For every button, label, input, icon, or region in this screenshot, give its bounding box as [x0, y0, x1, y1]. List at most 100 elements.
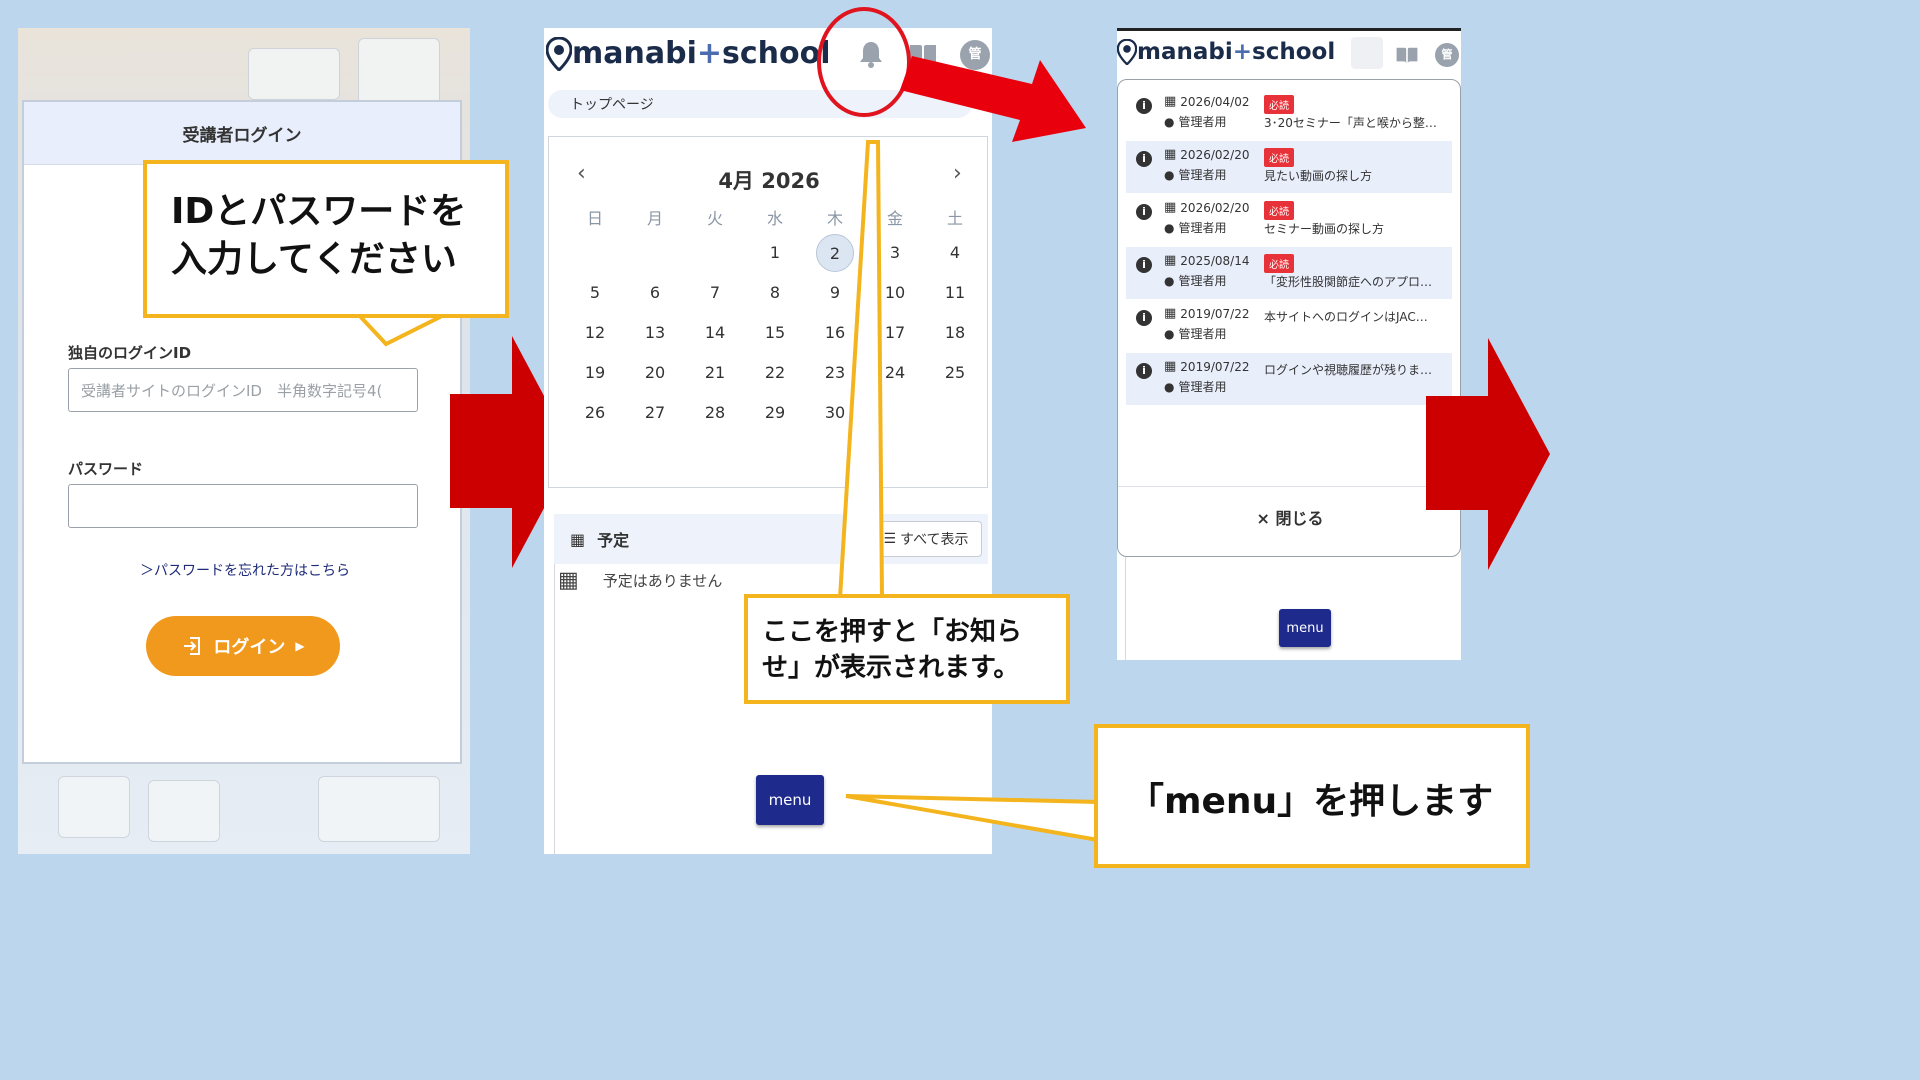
calendar-day[interactable]: 25: [936, 354, 974, 392]
calendar-day[interactable]: 7: [696, 274, 734, 312]
weekday-label: 水: [766, 209, 783, 228]
schedule-divider: [554, 564, 555, 854]
notice-item[interactable]: i ▦ 2026/02/20 ● 管理者用 必読 見たい動画の探し方: [1126, 141, 1452, 193]
calendar-day[interactable]: 18: [936, 314, 974, 352]
required-badge: 必読: [1264, 254, 1294, 273]
notice-date-text: 2019/07/22: [1180, 306, 1250, 321]
callout-line: 入力してください: [171, 239, 457, 280]
calendar-day[interactable]: 28: [696, 394, 734, 432]
notice-item[interactable]: i ▦ 2026/02/20 ● 管理者用 必読 セミナー動画の探し方: [1126, 194, 1452, 246]
site-logo[interactable]: manabi + school: [1117, 39, 1335, 65]
required-badge: 必読: [1264, 95, 1294, 114]
calendar-day[interactable]: 8: [756, 274, 794, 312]
divider: [1125, 557, 1126, 660]
login-id-input[interactable]: 受講者サイトのログインID 半角数字記号4(: [68, 368, 418, 412]
notice-item[interactable]: i ▦ 2025/08/14 ● 管理者用 必読 「変形性股関節症へのアプロ…: [1126, 247, 1452, 299]
notice-title: 3･20セミナー「声と喉から整…: [1264, 116, 1437, 130]
no-schedule-text: 予定はありません: [602, 572, 723, 590]
notice-author: ● 管理者用: [1164, 378, 1227, 395]
calendar-day[interactable]: 19: [576, 354, 614, 392]
callout-pointer: [845, 794, 1100, 843]
calendar-day[interactable]: 11: [936, 274, 974, 312]
logo-plus: +: [696, 36, 723, 71]
calendar-day[interactable]: 29: [756, 394, 794, 432]
calendar-icon: ▦: [1164, 94, 1177, 109]
required-badge: 必読: [1264, 148, 1294, 167]
login-icon: [184, 637, 201, 655]
notices-modal: i ▦ 2026/04/02 ● 管理者用 必読 3･20セミナー「声と喉から整… i ▦ 202…: [1117, 79, 1461, 557]
notice-author-text: 管理者用: [1178, 274, 1227, 288]
login-button[interactable]: ログイン ▶: [146, 616, 340, 676]
notice-author-text: 管理者用: [1178, 380, 1227, 394]
notice-date: ▦ 2026/04/02: [1164, 94, 1249, 109]
location-pin-icon: [546, 36, 572, 71]
close-button[interactable]: × 閉じる: [1118, 486, 1460, 546]
bell-icon[interactable]: [1351, 37, 1383, 69]
calendar-day[interactable]: 1: [756, 234, 794, 272]
callout-enter-credentials: IDとパスワードを 入力してください: [143, 160, 509, 318]
calendar-day[interactable]: 4: [936, 234, 974, 272]
user-icon: ●: [1164, 220, 1175, 235]
notice-author-text: 管理者用: [1178, 221, 1227, 235]
calendar-day[interactable]: 21: [696, 354, 734, 392]
menu-button[interactable]: menu: [756, 775, 824, 825]
notice-author: ● 管理者用: [1164, 219, 1227, 236]
location-pin-icon: [1117, 39, 1137, 65]
weekday-label: 火: [706, 209, 723, 228]
login-screen: 受講者ログイン 独自のログインID 受講者サイトのログインID 半角数字記号4(…: [18, 28, 470, 854]
notice-author-text: 管理者用: [1178, 168, 1227, 182]
red-arrow-right: [1426, 338, 1550, 570]
calendar-title: 4月 2026: [718, 169, 820, 193]
logo-school: school: [1252, 39, 1336, 65]
forgot-password-link[interactable]: ＞パスワードを忘れた方はこちら: [140, 560, 350, 580]
logo-text: manabi: [572, 36, 697, 71]
info-icon: i: [1136, 151, 1152, 167]
calendar-icon: ▦: [570, 529, 586, 549]
user-icon: ●: [1164, 326, 1175, 341]
notice-title: ログインや視聴履歴が残りま…: [1264, 363, 1433, 377]
notice-title: セミナー動画の探し方: [1264, 222, 1385, 236]
user-icon: ●: [1164, 379, 1175, 394]
caret-right-icon: ▶: [295, 639, 305, 653]
callout-line: IDとパスワードを: [171, 191, 467, 232]
info-icon: i: [1136, 257, 1152, 273]
show-all-label: すべて表示: [900, 532, 969, 548]
calendar-day[interactable]: 22: [756, 354, 794, 392]
info-icon: i: [1136, 204, 1152, 220]
callout-text: 「menu」を押します: [1128, 781, 1494, 822]
no-schedule-row: ▦ 予定はありません: [558, 568, 722, 593]
info-icon: i: [1136, 363, 1152, 379]
calendar-day[interactable]: 15: [756, 314, 794, 352]
notice-item[interactable]: i ▦ 2019/07/22 ● 管理者用 本サイトへのログインはJAC…: [1126, 300, 1452, 352]
required-badge: 必読: [1264, 201, 1294, 220]
user-icon: ●: [1164, 167, 1175, 182]
calendar: ‹ › 4月 2026 日月火水木金土 1 2 3 4 5 6 7 8 9 10 11 12 13 14 15…: [548, 136, 988, 488]
admin-avatar[interactable]: 管: [1435, 43, 1459, 67]
calendar-day[interactable]: 6: [636, 274, 674, 312]
calendar-day[interactable]: 14: [696, 314, 734, 352]
calendar-day[interactable]: 27: [636, 394, 674, 432]
user-icon: ●: [1164, 114, 1175, 129]
password-input[interactable]: [68, 484, 418, 528]
login-button-label: ログイン: [213, 637, 286, 658]
notices-screen: manabi + school 管 i ▦ 2026/04/02 ● 管理者用 必読 3･2…: [1117, 28, 1461, 660]
notice-author: ● 管理者用: [1164, 325, 1227, 342]
keyboard-key-decoration: [148, 780, 220, 842]
notice-date-text: 2026/02/20: [1180, 147, 1250, 162]
calendar-day[interactable]: 26: [576, 394, 614, 432]
calendar-day[interactable]: 13: [636, 314, 674, 352]
site-logo[interactable]: manabi + school: [546, 36, 831, 71]
login-header: 受講者ログイン: [24, 102, 460, 165]
notice-date-text: 2019/07/22: [1180, 359, 1250, 374]
calendar-day[interactable]: 20: [636, 354, 674, 392]
notice-title: 見たい動画の探し方: [1264, 169, 1373, 183]
highlight-circle: [817, 7, 911, 117]
menu-button[interactable]: menu: [1279, 609, 1331, 647]
calendar-day[interactable]: 12: [576, 314, 614, 352]
notice-item[interactable]: i ▦ 2019/07/22 ● 管理者用 ログインや視聴履歴が残りま…: [1126, 353, 1452, 405]
notice-date-text: 2026/04/02: [1180, 94, 1250, 109]
callout-line: ここを押すと「お知ら: [762, 617, 1023, 647]
book-icon[interactable]: [1395, 45, 1419, 65]
notice-item[interactable]: i ▦ 2026/04/02 ● 管理者用 必読 3･20セミナー「声と喉から整…: [1126, 88, 1452, 140]
calendar-day[interactable]: 5: [576, 274, 614, 312]
